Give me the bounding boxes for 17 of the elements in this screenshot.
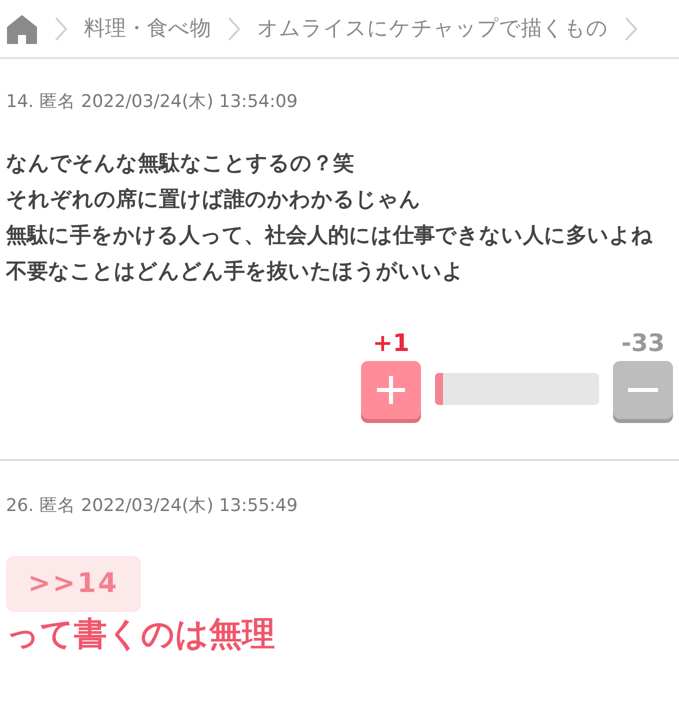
comment-meta: 14. 匿名 2022/03/24(木) 13:54:09 (6, 91, 299, 114)
comment-text: なんでそんな無駄なことするの？笑 それぞれの席に置けば誰のかわかるじゃん 無駄に手をかける人って、社会人的には仕事できない人に多いよね 不要なことはどんどん手を抜いたほうがいいよ (6, 150, 654, 286)
minus-button[interactable] (613, 361, 673, 420)
chevron-icon (624, 16, 638, 42)
chevron-icon (54, 16, 68, 42)
plus-count: +1 (372, 328, 410, 360)
minus-icon (628, 387, 658, 394)
plus-button[interactable] (361, 361, 421, 420)
chevron-icon (227, 16, 241, 42)
home-icon[interactable] (6, 14, 38, 44)
breadcrumb-link[interactable]: オムライスにケチャップで描くもの (257, 12, 608, 44)
comment-meta: 26. 匿名 2022/03/24(木) 13:55:49 (6, 495, 299, 518)
plus-icon (376, 375, 406, 406)
reply-anchor-link[interactable]: >>14 (6, 556, 141, 612)
minus-count: -33 (621, 328, 665, 360)
breadcrumb-link[interactable]: 料理・食べ物 (84, 12, 211, 44)
comment-text: って書くのは無理 (6, 613, 276, 655)
